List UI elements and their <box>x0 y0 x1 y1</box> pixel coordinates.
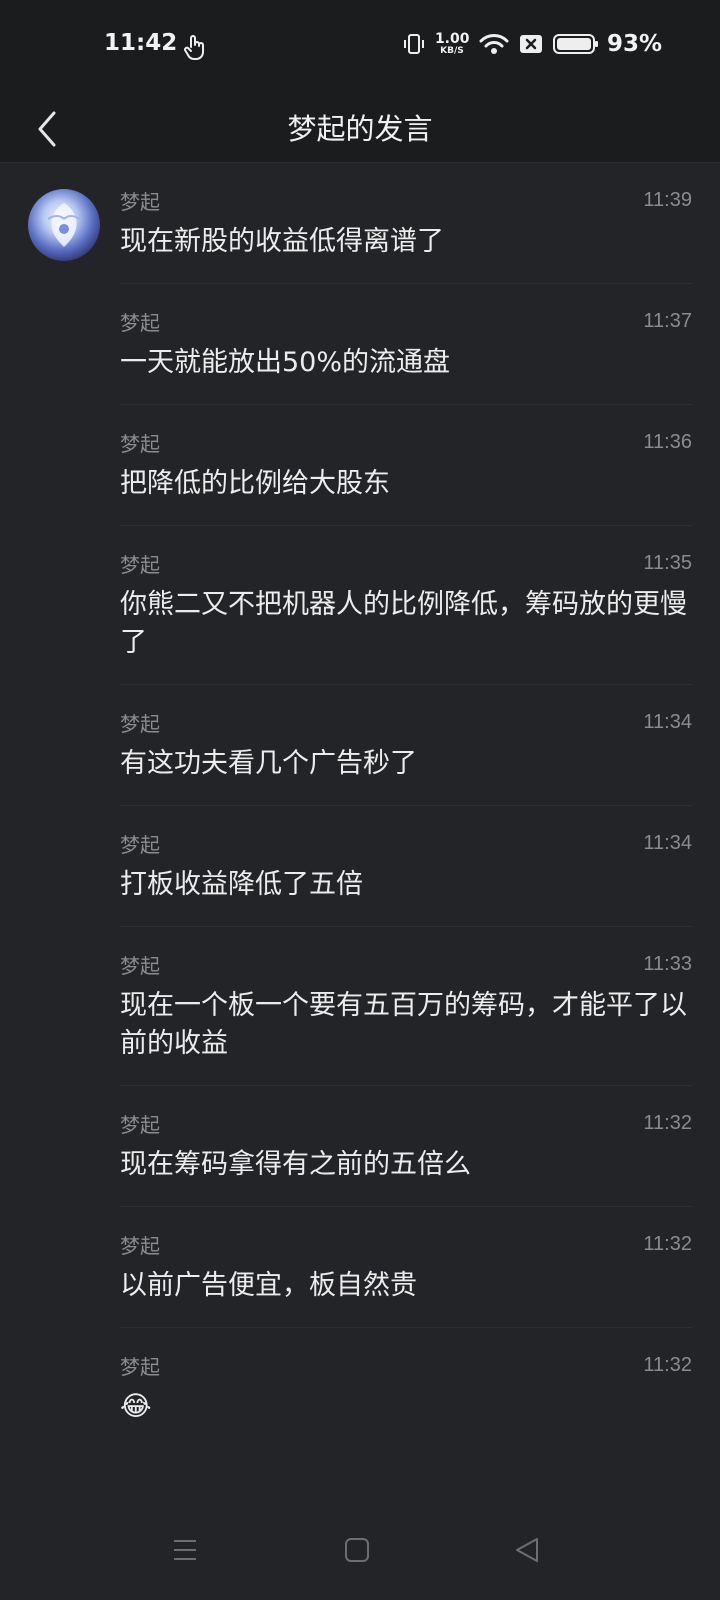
sender-name: 梦起 <box>120 1112 160 1137</box>
message-body: 梦起 11:34 有这功夫看几个广告秒了 <box>120 685 692 806</box>
message-item[interactable]: 梦起 11:39 现在新股的收益低得离谱了 <box>0 163 720 284</box>
vibrate-icon <box>403 34 424 54</box>
message-time: 11:34 <box>643 831 692 854</box>
message-text: 打板收益降低了五倍 <box>120 869 363 900</box>
message-time: 11:34 <box>643 710 692 733</box>
message-item[interactable]: 梦起 11:32 以前广告便宜，板自然贵 <box>0 1207 720 1328</box>
message-meta: 梦起 11:36 <box>120 429 692 456</box>
message-body: 梦起 11:32 现在筹码拿得有之前的五倍么 <box>120 1086 692 1207</box>
network-speed-value: 1.00 <box>434 31 470 47</box>
avatar-image <box>47 203 81 247</box>
message-item[interactable]: 梦起 11:37 一天就能放出50%的流通盘 <box>0 284 720 405</box>
message-time: 11:36 <box>643 430 692 453</box>
message-item[interactable]: 梦起 11:35 你熊二又不把机器人的比例降低，筹码放的更慢了 <box>0 526 720 685</box>
message-item[interactable]: 梦起 11:32 😂 <box>0 1328 720 1448</box>
message-text: 一天就能放出50%的流通盘 <box>120 347 451 378</box>
message-body: 梦起 11:37 一天就能放出50%的流通盘 <box>120 284 692 405</box>
home-button[interactable] <box>335 1528 379 1572</box>
message-meta: 梦起 11:32 <box>120 1110 692 1137</box>
status-time: 11:42 <box>104 30 178 56</box>
sender-name: 梦起 <box>120 711 160 736</box>
home-square-icon <box>345 1538 369 1562</box>
sender-name: 梦起 <box>120 832 160 857</box>
message-meta: 梦起 11:33 <box>120 951 692 978</box>
message-time: 11:39 <box>643 188 692 211</box>
battery-icon <box>552 34 598 54</box>
sender-name: 梦起 <box>120 1354 160 1379</box>
back-triangle-icon <box>516 1538 538 1562</box>
message-text: 现在一个板一个要有五百万的筹码，才能平了以前的收益 <box>120 990 687 1059</box>
message-text: 有这功夫看几个广告秒了 <box>120 748 417 779</box>
system-back-button[interactable] <box>505 1528 549 1572</box>
sender-name: 梦起 <box>120 1233 160 1258</box>
message-body: 梦起 11:36 把降低的比例给大股东 <box>120 405 692 526</box>
network-speed-unit: KB/S <box>440 46 464 56</box>
message-item[interactable]: 梦起 11:36 把降低的比例给大股东 <box>0 405 720 526</box>
message-meta: 梦起 11:39 <box>120 187 692 214</box>
status-bar: 11:42 1.00 KB/S 93% <box>0 0 720 96</box>
battery-percent: 93% <box>606 31 662 57</box>
touch-icon <box>184 35 204 60</box>
menu-icon <box>174 1540 196 1560</box>
avatar[interactable] <box>28 189 100 261</box>
message-meta: 梦起 11:32 <box>120 1231 692 1258</box>
message-meta: 梦起 11:37 <box>120 308 692 335</box>
message-body: 梦起 11:39 现在新股的收益低得离谱了 <box>120 163 692 284</box>
navigation-bar <box>0 1500 720 1600</box>
message-body: 梦起 11:32 😂 <box>120 1328 692 1448</box>
wifi-icon <box>479 34 509 54</box>
message-meta: 梦起 11:32 <box>120 1352 692 1379</box>
page-title: 梦起的发言 <box>287 112 433 146</box>
message-time: 11:32 <box>643 1232 692 1255</box>
message-text: 你熊二又不把机器人的比例降低，筹码放的更慢了 <box>120 589 687 658</box>
message-time: 11:37 <box>643 309 692 332</box>
sender-name: 梦起 <box>120 953 160 978</box>
message-text: 😂 <box>120 1391 152 1422</box>
message-item[interactable]: 梦起 11:33 现在一个板一个要有五百万的筹码，才能平了以前的收益 <box>0 927 720 1086</box>
message-time: 11:32 <box>643 1353 692 1376</box>
message-meta: 梦起 11:35 <box>120 550 692 577</box>
message-item[interactable]: 梦起 11:34 打板收益降低了五倍 <box>0 806 720 927</box>
sim-blocked-icon <box>519 35 542 53</box>
network-speed: 1.00 KB/S <box>434 31 470 56</box>
message-body: 梦起 11:34 打板收益降低了五倍 <box>120 806 692 927</box>
message-time: 11:32 <box>643 1111 692 1134</box>
message-item[interactable]: 梦起 11:32 现在筹码拿得有之前的五倍么 <box>0 1086 720 1207</box>
sender-name: 梦起 <box>120 431 160 456</box>
message-time: 11:35 <box>643 551 692 574</box>
sender-name: 梦起 <box>120 552 160 577</box>
message-text: 现在新股的收益低得离谱了 <box>120 226 444 257</box>
message-meta: 梦起 11:34 <box>120 709 692 736</box>
sender-name: 梦起 <box>120 189 160 214</box>
message-body: 梦起 11:33 现在一个板一个要有五百万的筹码，才能平了以前的收益 <box>120 927 692 1086</box>
message-body: 梦起 11:35 你熊二又不把机器人的比例降低，筹码放的更慢了 <box>120 526 692 685</box>
message-text: 以前广告便宜，板自然贵 <box>120 1270 417 1301</box>
message-text: 把降低的比例给大股东 <box>120 468 390 499</box>
menu-button[interactable] <box>163 1528 207 1572</box>
message-list[interactable]: 梦起 11:39 现在新股的收益低得离谱了 梦起 11:37 一天就能放出50%的流通盘梦… <box>0 163 720 1448</box>
message-time: 11:33 <box>643 952 692 975</box>
sender-name: 梦起 <box>120 310 160 335</box>
header: 梦起的发言 <box>0 96 720 163</box>
message-item[interactable]: 梦起 11:34 有这功夫看几个广告秒了 <box>0 685 720 806</box>
message-text: 现在筹码拿得有之前的五倍么 <box>120 1149 471 1180</box>
message-body: 梦起 11:32 以前广告便宜，板自然贵 <box>120 1207 692 1328</box>
message-meta: 梦起 11:34 <box>120 830 692 857</box>
